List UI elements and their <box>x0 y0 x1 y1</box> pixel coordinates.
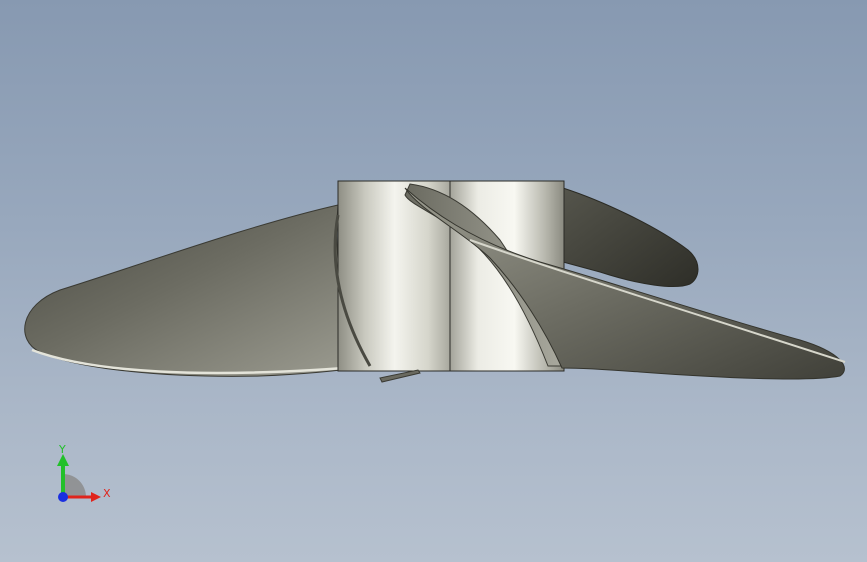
propeller-model[interactable] <box>0 0 867 562</box>
coordinate-triad: Y X <box>57 443 111 502</box>
x-axis-arrowhead <box>91 492 101 502</box>
z-axis-dot <box>58 492 68 502</box>
graphics-viewport[interactable]: Y X <box>0 0 867 562</box>
x-axis-label: X <box>103 487 111 500</box>
propeller-blade-back <box>562 187 699 288</box>
propeller-blade-tip-underside <box>379 369 421 383</box>
propeller-blade-left <box>24 204 373 377</box>
y-axis-label: Y <box>58 443 66 456</box>
